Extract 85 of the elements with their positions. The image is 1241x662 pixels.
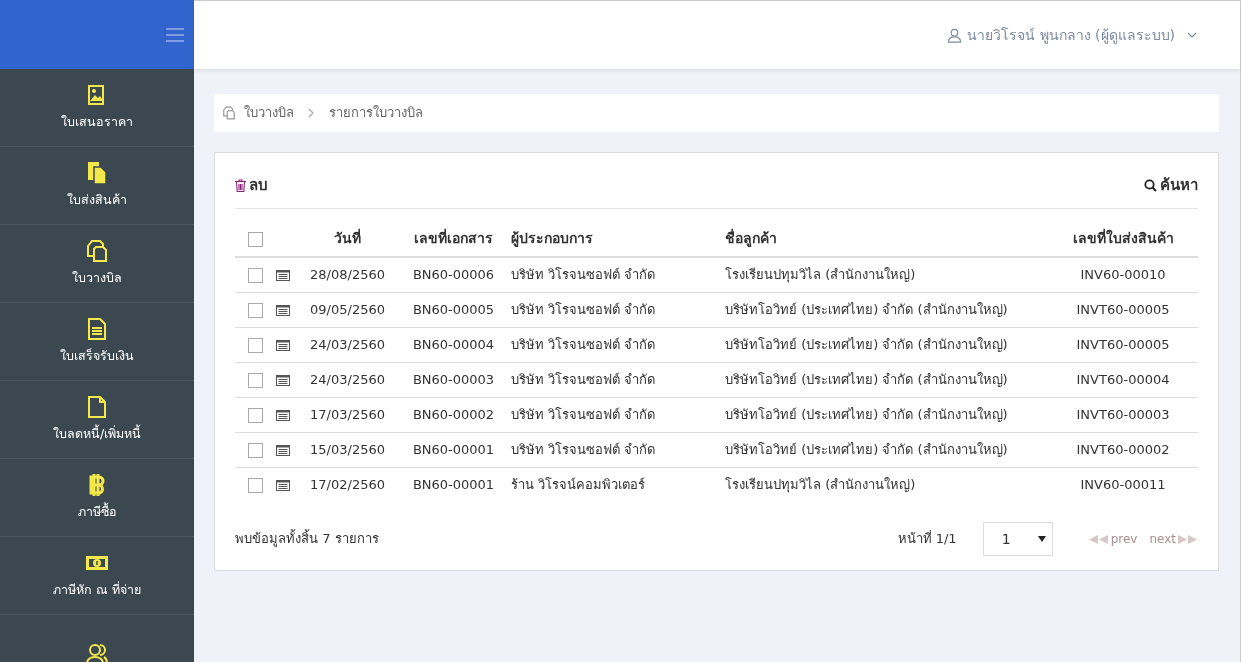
column-header: เลขที่ใบส่งสินค้า bbox=[1048, 221, 1198, 257]
table-cell: 28/08/2560 bbox=[310, 267, 385, 282]
breadcrumb-link[interactable]: ใบวางบิล bbox=[244, 103, 294, 123]
menu-icon[interactable] bbox=[166, 27, 184, 42]
chevron-down-icon bbox=[1186, 31, 1198, 39]
table-cell: INV60-00010 bbox=[1080, 267, 1166, 282]
table-cell: บริษัทโอวิทย์ (ประเทศไทย) จำกัด (สำนักงานใหญ่) bbox=[725, 371, 1008, 387]
users-icon bbox=[85, 641, 109, 662]
column-header: วันที่ bbox=[305, 221, 390, 257]
sidebar-item[interactable]: ภาษีหัก ณ ที่จ่าย bbox=[0, 537, 194, 615]
table-cell: INVT60-00005 bbox=[1076, 301, 1170, 317]
sidebar-item[interactable]: ใบวางบิล bbox=[0, 225, 194, 303]
table-cell: BN60-00004 bbox=[412, 336, 495, 352]
delete-button[interactable]: ลบ bbox=[235, 174, 268, 197]
table-cell: บริษัท วิโรจนซอฟต์ จำกัด bbox=[511, 336, 656, 352]
table-cell: BN60-00001 bbox=[412, 441, 495, 457]
list-icon[interactable] bbox=[276, 444, 290, 456]
table-cell: บริษัท วิโรจนซอฟต์ จำกัด bbox=[511, 441, 656, 457]
column-header: เลขที่เอกสาร bbox=[390, 221, 510, 257]
search-icon bbox=[1144, 179, 1157, 192]
row-checkbox[interactable] bbox=[247, 372, 263, 388]
double-left-icon bbox=[1088, 534, 1109, 544]
table-cell: บริษัท วิโรจนซอฟต์ จำกัด bbox=[511, 301, 656, 317]
list-icon[interactable] bbox=[276, 374, 290, 386]
table-cell: โรงเรียนปทุมวิไล (สำนักงานใหญ่) bbox=[725, 477, 916, 492]
table-cell: INVT60-00005 bbox=[1076, 336, 1170, 352]
table-cell: 17/03/2560 bbox=[310, 406, 385, 422]
sidebar-item[interactable]: ใบเสนอราคา bbox=[0, 69, 194, 147]
page-label: หน้าที่ 1/1 bbox=[897, 529, 957, 549]
list-icon[interactable] bbox=[276, 409, 290, 421]
table-cell: INVT60-00004 bbox=[1076, 371, 1170, 387]
user-menu[interactable]: นายวิโรจน์ พูนกลาง (ผู้ดูแลระบบ) bbox=[941, 23, 1204, 47]
table-cell: INVT60-00003 bbox=[1076, 406, 1170, 422]
table-cell: บริษัทโอวิทย์ (ประเทศไทย) จำกัด (สำนักงานใหญ่) bbox=[725, 336, 1008, 352]
breadcrumb-current: รายการใบวางบิล bbox=[329, 104, 423, 123]
row-checkbox[interactable] bbox=[247, 442, 263, 458]
double-right-icon bbox=[1178, 534, 1198, 544]
table-cell: บริษัท วิโรจนซอฟต์ จำกัด bbox=[511, 406, 656, 422]
file-icon bbox=[85, 395, 109, 420]
select-all-checkbox[interactable] bbox=[247, 231, 263, 247]
row-checkbox[interactable] bbox=[247, 268, 263, 283]
list-icon[interactable] bbox=[276, 339, 290, 351]
table-cell: บริษัท วิโรจนซอฟต์ จำกัด bbox=[511, 267, 656, 282]
table-cell: ร้าน วิโรจน์คอมพิวเตอร์ bbox=[511, 477, 646, 492]
table-cell: บริษัทโอวิทย์ (ประเทศไทย) จำกัด (สำนักงานใหญ่) bbox=[725, 301, 1008, 317]
sidebar-item[interactable]: ใบเสร็จรับเงิน bbox=[0, 303, 194, 381]
list-icon[interactable] bbox=[276, 480, 290, 491]
table-cell: 09/05/2560 bbox=[310, 301, 385, 317]
table-cell: บริษัทโอวิทย์ (ประเทศไทย) จำกัด (สำนักงานใหญ่) bbox=[725, 406, 1008, 422]
table-cell: BN60-00003 bbox=[412, 371, 495, 387]
table-cell: 17/02/2560 bbox=[310, 477, 385, 492]
table-cell: บริษัทโอวิทย์ (ประเทศไทย) จำกัด (สำนักงานใหญ่) bbox=[725, 441, 1008, 457]
list-icon[interactable] bbox=[276, 270, 290, 281]
record-count: พบข้อมูลทั้งสิ้น 7 รายการ bbox=[235, 529, 380, 549]
sidebar-item[interactable]: ใบส่งสินค้า bbox=[0, 147, 194, 225]
chevron-right-icon bbox=[308, 108, 315, 118]
table-cell: INV60-00011 bbox=[1080, 477, 1166, 492]
row-checkbox[interactable] bbox=[247, 407, 263, 423]
sidebar-item[interactable]: ภาษีซื้อ bbox=[0, 459, 194, 537]
column-header: ผู้ประกอบการ bbox=[510, 221, 724, 257]
copy-icon bbox=[85, 239, 109, 264]
row-checkbox[interactable] bbox=[247, 337, 263, 353]
table-cell: BN60-00001 bbox=[412, 477, 495, 492]
table-cell: BN60-00006 bbox=[412, 267, 495, 282]
table-cell: INVT60-00002 bbox=[1076, 441, 1170, 457]
documents-icon bbox=[85, 161, 109, 186]
table-cell: BN60-00002 bbox=[412, 406, 495, 422]
dropdown-arrow-icon bbox=[1037, 536, 1046, 542]
list-icon[interactable] bbox=[276, 304, 290, 316]
trash-icon bbox=[235, 179, 246, 192]
table-cell: บริษัท วิโรจนซอฟต์ จำกัด bbox=[511, 371, 656, 387]
page-select[interactable]: 1 bbox=[982, 522, 1053, 556]
document-icon bbox=[85, 317, 109, 342]
search-button[interactable]: ค้นหา bbox=[1144, 174, 1198, 197]
table-cell: BN60-00005 bbox=[412, 301, 495, 317]
table-cell: โรงเรียนปทุมวิไล (สำนักงานใหญ่) bbox=[725, 267, 916, 282]
table-cell: 24/03/2560 bbox=[310, 336, 385, 352]
table-cell: 15/03/2560 bbox=[310, 441, 385, 457]
sidebar-item[interactable]: ใบลดหนี้/เพิ่มหนี้ bbox=[0, 381, 194, 459]
user-icon bbox=[947, 27, 963, 43]
column-header: ชื่อลูกค้า bbox=[724, 221, 1048, 257]
row-checkbox[interactable] bbox=[247, 302, 263, 318]
table-cell: 24/03/2560 bbox=[310, 371, 385, 387]
copy-icon bbox=[222, 106, 236, 120]
row-checkbox[interactable] bbox=[247, 478, 263, 493]
